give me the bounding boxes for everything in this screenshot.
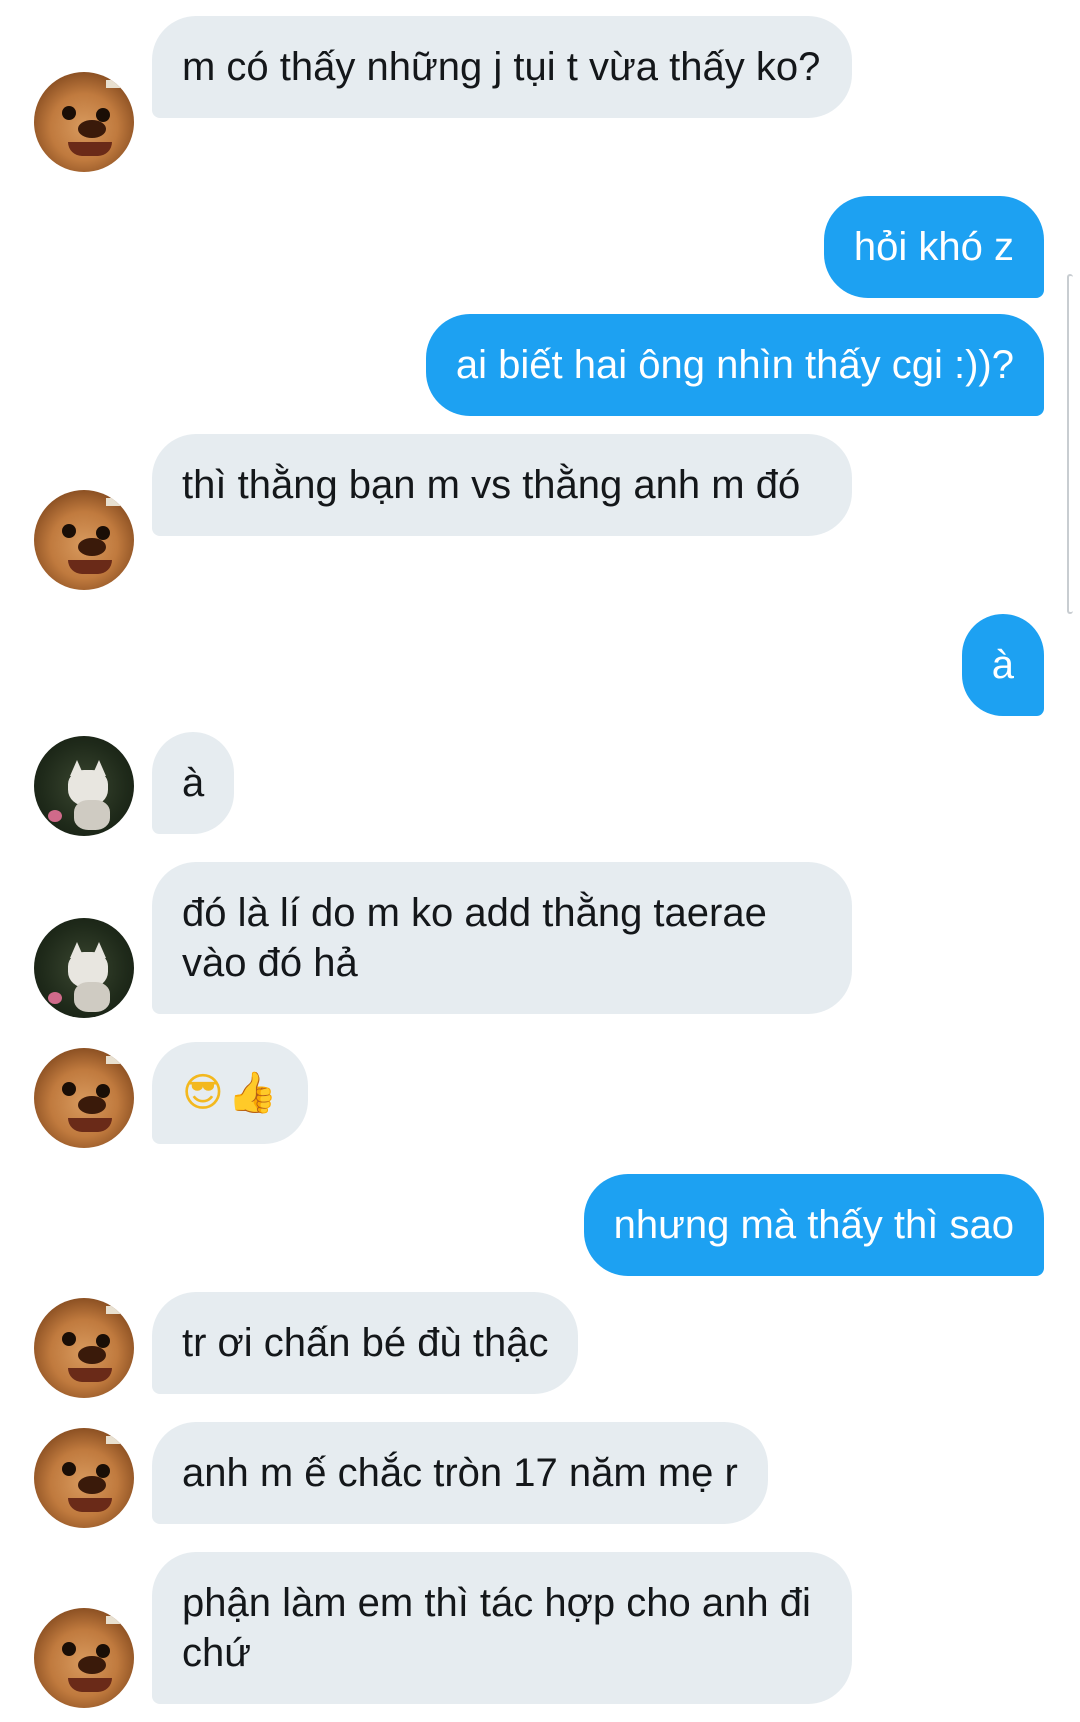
avatar-eye: [62, 1082, 76, 1096]
avatar-nose: [78, 120, 106, 138]
outgoing-message-bubble[interactable]: hỏi khó z: [823, 196, 1044, 298]
avatar-mouth: [68, 142, 112, 156]
avatar-tag: [106, 1306, 120, 1314]
avatar-eye: [96, 1084, 110, 1098]
message-text: anh m ế chắc tròn 17 năm mẹ r: [182, 1451, 738, 1495]
avatar-eye: [96, 1644, 110, 1658]
avatar-eye: [96, 108, 110, 122]
message-text: phận làm em thì tác hợp cho anh đi chứ: [182, 1581, 811, 1675]
message-text: thì thằng bạn m vs thằng anh m đó: [182, 463, 801, 507]
avatar-tag: [106, 80, 120, 88]
dog-avatar[interactable]: [34, 1608, 134, 1708]
incoming-message-bubble[interactable]: đó là lí do m ko add thằng taerae vào đó…: [152, 862, 852, 1014]
avatar-nose: [78, 1096, 106, 1114]
incoming-message-bubble[interactable]: à: [152, 732, 235, 834]
avatar-tag: [106, 498, 120, 506]
avatar-mouth: [68, 1368, 112, 1382]
message-text: đó là lí do m ko add thằng taerae vào đó…: [182, 891, 767, 985]
smiling-face-with-sunglasses-icon: 😎: [182, 1070, 224, 1116]
cat-avatar[interactable]: [34, 736, 134, 836]
avatar-tag: [106, 1056, 120, 1064]
avatar-flower: [48, 992, 62, 1004]
avatar-mouth: [68, 1118, 112, 1132]
message-text: m có thấy những j tụi t vừa thấy ko?: [182, 45, 821, 89]
dog-avatar[interactable]: [34, 1048, 134, 1148]
message-text: tr ơi chấn bé đù thậc: [182, 1321, 549, 1365]
avatar-eye: [62, 524, 76, 538]
outgoing-message-bubble[interactable]: nhưng mà thấy thì sao: [583, 1174, 1044, 1276]
cat-avatar[interactable]: [34, 918, 134, 1018]
dog-avatar[interactable]: [34, 1428, 134, 1528]
outgoing-message-bubble[interactable]: à: [961, 614, 1044, 716]
avatar-tag: [106, 1616, 120, 1624]
message-text: nhưng mà thấy thì sao: [613, 1203, 1014, 1247]
dog-avatar[interactable]: [34, 490, 134, 590]
avatar-tag: [106, 1436, 120, 1444]
avatar-eye: [62, 1332, 76, 1346]
message-text: à: [182, 761, 205, 805]
dog-avatar[interactable]: [34, 72, 134, 172]
incoming-message-bubble[interactable]: thì thằng bạn m vs thằng anh m đó: [152, 434, 852, 536]
avatar-body: [74, 800, 110, 830]
avatar-nose: [78, 1656, 106, 1674]
chat-screen: { "messages": [ {"id": "m1", "direction"…: [0, 0, 1080, 1722]
avatar-eye: [96, 1464, 110, 1478]
incoming-message-bubble[interactable]: 😎 👍: [152, 1042, 308, 1144]
message-text: hỏi khó z: [853, 225, 1014, 269]
message-text: à: [991, 643, 1014, 687]
incoming-message-bubble[interactable]: tr ơi chấn bé đù thậc: [152, 1292, 579, 1394]
avatar-eye: [96, 526, 110, 540]
thumbs-up-icon: 👍: [227, 1070, 278, 1116]
avatar-nose: [78, 1346, 106, 1364]
avatar-body: [74, 982, 110, 1012]
avatar-eye: [62, 1642, 76, 1656]
avatar-mouth: [68, 560, 112, 574]
dog-avatar[interactable]: [34, 1298, 134, 1398]
avatar-mouth: [68, 1678, 112, 1692]
avatar-eye: [62, 106, 76, 120]
avatar-mouth: [68, 1498, 112, 1512]
avatar-nose: [78, 538, 106, 556]
avatar-eye: [96, 1334, 110, 1348]
incoming-message-bubble[interactable]: phận làm em thì tác hợp cho anh đi chứ: [152, 1552, 852, 1704]
avatar-eye: [62, 1462, 76, 1476]
outgoing-message-bubble[interactable]: ai biết hai ông nhìn thấy cgi :))?: [425, 314, 1044, 416]
scrollbar[interactable]: [1067, 274, 1073, 614]
incoming-message-bubble[interactable]: anh m ế chắc tròn 17 năm mẹ r: [152, 1422, 768, 1524]
avatar-nose: [78, 1476, 106, 1494]
message-text: ai biết hai ông nhìn thấy cgi :))?: [455, 343, 1014, 387]
avatar-flower: [48, 810, 62, 822]
incoming-message-bubble[interactable]: m có thấy những j tụi t vừa thấy ko?: [152, 16, 852, 118]
